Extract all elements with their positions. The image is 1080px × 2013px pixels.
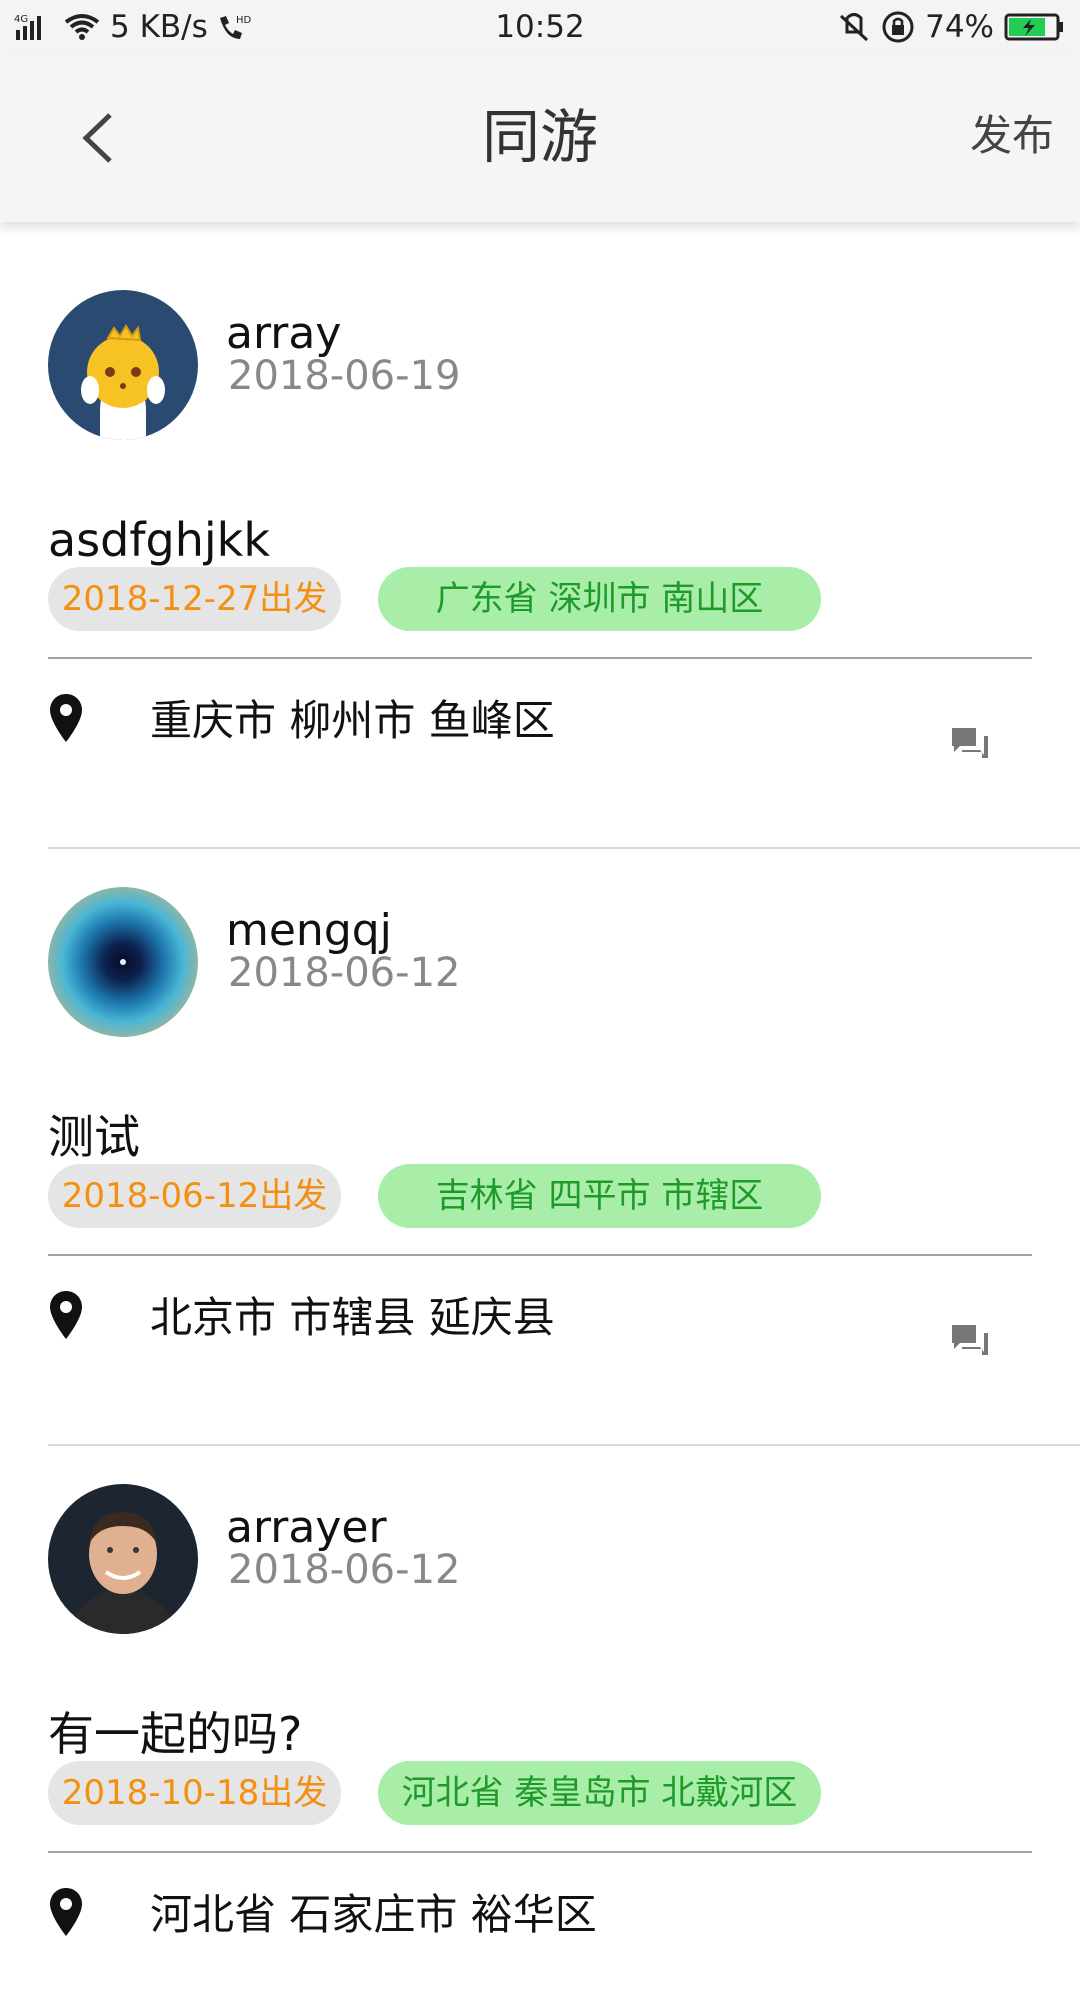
trip-feed: array 2018-06-19 asdfghjkk 2018-12-27出发 … xyxy=(0,222,1080,2013)
battery-percent: 74% xyxy=(925,9,994,45)
page-title: 同游 xyxy=(481,103,598,171)
post-content: asdfghjkk xyxy=(48,513,270,567)
post-content: 有一起的吗? xyxy=(48,1707,303,1761)
divider xyxy=(48,1851,1032,1853)
trip-post[interactable]: array 2018-06-19 asdfghjkk 2018-12-27出发 … xyxy=(0,222,1080,849)
trip-post[interactable]: mengqj 2018-06-12 测试 2018-06-12出发 吉林省 四平… xyxy=(0,819,1080,1446)
app-header: 同游 发布 xyxy=(0,54,1080,222)
chat-bubble-icon[interactable] xyxy=(950,724,990,762)
post-content: 测试 xyxy=(48,1110,140,1164)
map-pin-icon xyxy=(50,694,82,742)
departure-date-tag: 2018-10-18出发 xyxy=(48,1761,341,1825)
battery-icon xyxy=(1004,12,1064,42)
post-date: 2018-06-12 xyxy=(228,1547,461,1593)
publish-button[interactable]: 发布 xyxy=(970,106,1054,166)
divider xyxy=(48,657,1032,659)
chat-bubble-icon[interactable] xyxy=(950,1321,990,1359)
origin-location: 北京市 市辖县 延庆县 xyxy=(150,1293,555,1342)
destination-tag: 广东省 深圳市 南山区 xyxy=(378,567,821,631)
post-date: 2018-06-12 xyxy=(228,950,461,996)
departure-date-tag: 2018-06-12出发 xyxy=(48,1164,341,1228)
trip-post[interactable]: arrayer 2018-06-12 有一起的吗? 2018-10-18出发 河… xyxy=(0,1416,1080,2013)
departure-date-tag: 2018-12-27出发 xyxy=(48,567,341,631)
origin-location: 河北省 石家庄市 裕华区 xyxy=(150,1890,597,1939)
destination-tag: 吉林省 四平市 市辖区 xyxy=(378,1164,821,1228)
avatar[interactable] xyxy=(48,290,198,440)
vibrate-icon xyxy=(837,12,871,42)
avatar[interactable] xyxy=(48,887,198,1037)
status-bar: 4G 5 KB/s HD 10:52 74% xyxy=(0,0,1080,54)
rotation-lock-icon xyxy=(881,10,915,44)
post-date: 2018-06-19 xyxy=(228,353,461,399)
avatar[interactable] xyxy=(48,1484,198,1634)
status-right: 74% xyxy=(837,8,1064,46)
destination-tag: 河北省 秦皇岛市 北戴河区 xyxy=(378,1761,821,1825)
divider xyxy=(48,1254,1032,1256)
map-pin-icon xyxy=(50,1888,82,1936)
map-pin-icon xyxy=(50,1291,82,1339)
origin-location: 重庆市 柳州市 鱼峰区 xyxy=(150,696,555,745)
